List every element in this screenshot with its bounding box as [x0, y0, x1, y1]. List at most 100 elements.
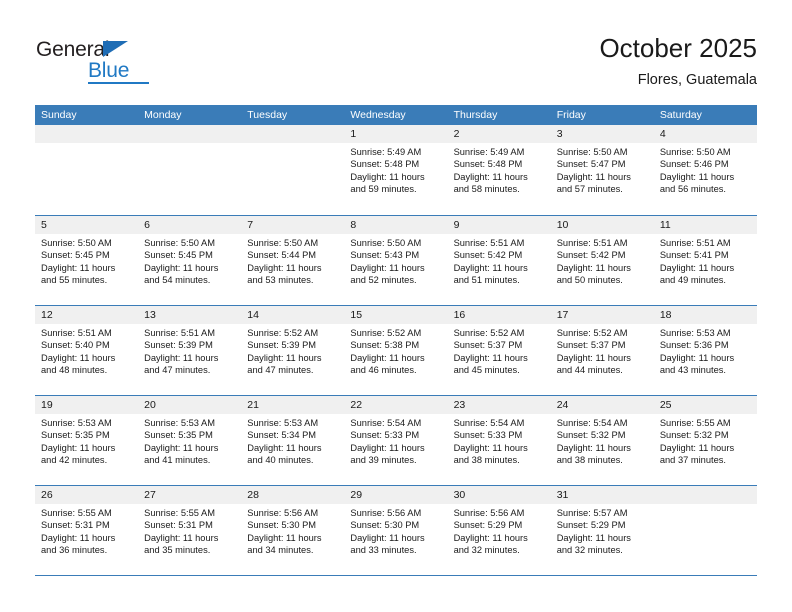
- calendar-day-cell[interactable]: 5 Sunrise: 5:50 AM Sunset: 5:45 PM Daylight…: [35, 216, 139, 305]
- calendar-day-cell[interactable]: 1 Sunrise: 5:49 AM Sunset: 5:48 PM Daylight…: [344, 125, 448, 215]
- calendar-day-cell[interactable]: 21 Sunrise: 5:53 AM Sunset: 5:34 PM Dayligh…: [241, 396, 345, 485]
- day-header-monday: Monday: [144, 109, 182, 121]
- daylight-text: Daylight: 11 hours and 46 minutes.: [350, 352, 425, 375]
- sunset-text: Sunset: 5:33 PM: [350, 430, 420, 441]
- sunset-text: Sunset: 5:39 PM: [247, 340, 317, 351]
- day-number: 8: [344, 216, 448, 234]
- calendar-day-cell[interactable]: 22 Sunrise: 5:54 AM Sunset: 5:33 PM Dayligh…: [344, 396, 448, 485]
- sunrise-text: Sunrise: 5:50 AM: [247, 238, 319, 248]
- sunset-text: Sunset: 5:29 PM: [556, 520, 626, 531]
- day-number: 3: [550, 125, 654, 143]
- calendar-day-cell[interactable]: 15 Sunrise: 5:52 AM Sunset: 5:38 PM Dayligh…: [344, 306, 448, 395]
- calendar-day-cell[interactable]: 8 Sunrise: 5:50 AM Sunset: 5:43 PM Daylight…: [344, 216, 448, 305]
- calendar-day-cell[interactable]: 2 Sunrise: 5:49 AM Sunset: 5:48 PM Daylight…: [447, 125, 551, 215]
- sunrise-text: Sunrise: 5:55 AM: [41, 508, 112, 518]
- sunset-text: Sunset: 5:38 PM: [350, 340, 420, 351]
- day-number: 18: [653, 306, 757, 324]
- calendar-day-cell[interactable]: 16 Sunrise: 5:52 AM Sunset: 5:37 PM Dayligh…: [447, 306, 551, 395]
- day-details: Sunrise: 5:55 AM Sunset: 5:31 PM Daylight:…: [138, 504, 241, 556]
- calendar-day-cell[interactable]: 26 Sunrise: 5:55 AM Sunset: 5:31 PM Dayligh…: [35, 486, 139, 575]
- calendar-day-cell[interactable]: 7 Sunrise: 5:50 AM Sunset: 5:44 PM Daylight…: [241, 216, 345, 305]
- daylight-text: Daylight: 11 hours and 41 minutes.: [144, 442, 219, 465]
- sunrise-text: Sunrise: 5:51 AM: [659, 238, 731, 248]
- sunrise-text: Sunrise: 5:56 AM: [350, 508, 422, 518]
- calendar-day-cell[interactable]: 4 Sunrise: 5:50 AM Sunset: 5:46 PM Daylight…: [653, 125, 757, 215]
- calendar-day-cell[interactable]: 31 Sunrise: 5:57 AM Sunset: 5:29 PM Dayligh…: [550, 486, 654, 575]
- daylight-text: Daylight: 11 hours and 56 minutes.: [659, 171, 735, 194]
- sunrise-text: Sunrise: 5:54 AM: [453, 418, 525, 428]
- daylight-text: Daylight: 11 hours and 40 minutes.: [247, 442, 322, 465]
- day-details: Sunrise: 5:52 AM Sunset: 5:39 PM Daylight:…: [241, 324, 344, 376]
- daylight-text: Daylight: 11 hours and 59 minutes.: [350, 171, 425, 194]
- page-title: October 2025: [599, 33, 757, 63]
- daylight-text: Daylight: 11 hours and 52 minutes.: [350, 262, 425, 285]
- calendar-day-cell[interactable]: 19 Sunrise: 5:53 AM Sunset: 5:35 PM Dayligh…: [35, 396, 139, 485]
- calendar-day-cell[interactable]: 20 Sunrise: 5:53 AM Sunset: 5:35 PM Dayligh…: [138, 396, 242, 485]
- day-details: Sunrise: 5:51 AM Sunset: 5:42 PM Daylight:…: [448, 234, 551, 286]
- sunset-text: Sunset: 5:35 PM: [41, 430, 110, 441]
- day-details: Sunrise: 5:52 AM Sunset: 5:37 PM Daylight:…: [551, 324, 654, 376]
- day-details: Sunrise: 5:51 AM Sunset: 5:39 PM Daylight:…: [138, 324, 241, 376]
- calendar-day-cell[interactable]: 18 Sunrise: 5:53 AM Sunset: 5:36 PM Dayligh…: [653, 306, 757, 395]
- calendar-day-cell[interactable]: 13 Sunrise: 5:51 AM Sunset: 5:39 PM Dayligh…: [138, 306, 242, 395]
- sunrise-text: Sunrise: 5:51 AM: [453, 238, 525, 248]
- calendar-day-cell[interactable]: 28 Sunrise: 5:56 AM Sunset: 5:30 PM Dayligh…: [241, 486, 345, 575]
- calendar-day-cell-empty: [653, 486, 757, 575]
- calendar-day-cell[interactable]: 23 Sunrise: 5:54 AM Sunset: 5:33 PM Dayligh…: [447, 396, 551, 485]
- day-number: 23: [447, 396, 551, 414]
- calendar-day-cell[interactable]: 30 Sunrise: 5:56 AM Sunset: 5:29 PM Dayligh…: [447, 486, 551, 575]
- sunrise-text: Sunrise: 5:51 AM: [556, 238, 628, 248]
- calendar-day-cell[interactable]: 6 Sunrise: 5:50 AM Sunset: 5:45 PM Daylight…: [138, 216, 242, 305]
- sunrise-text: Sunrise: 5:55 AM: [659, 418, 731, 428]
- sunset-text: Sunset: 5:36 PM: [659, 340, 729, 351]
- sunrise-text: Sunrise: 5:54 AM: [350, 418, 422, 428]
- sunset-text: Sunset: 5:32 PM: [659, 430, 729, 441]
- general-blue-logo[interactable]: General Blue: [36, 38, 166, 86]
- logo-triangle-icon: [103, 41, 128, 57]
- sunset-text: Sunset: 5:33 PM: [453, 430, 523, 441]
- calendar-day-cell[interactable]: 10 Sunrise: 5:51 AM Sunset: 5:42 PM Dayligh…: [550, 216, 654, 305]
- calendar-day-cell[interactable]: 17 Sunrise: 5:52 AM Sunset: 5:37 PM Dayligh…: [550, 306, 654, 395]
- sunrise-text: Sunrise: 5:53 AM: [41, 418, 112, 428]
- daylight-text: Daylight: 11 hours and 58 minutes.: [453, 171, 528, 194]
- sunrise-text: Sunrise: 5:53 AM: [144, 418, 215, 428]
- sunset-text: Sunset: 5:31 PM: [144, 520, 213, 531]
- sunrise-text: Sunrise: 5:50 AM: [659, 147, 731, 157]
- sunset-text: Sunset: 5:37 PM: [556, 340, 626, 351]
- daylight-text: Daylight: 11 hours and 44 minutes.: [556, 352, 631, 375]
- day-number: 17: [550, 306, 654, 324]
- daylight-text: Daylight: 11 hours and 36 minutes.: [41, 532, 116, 555]
- day-number: 16: [447, 306, 551, 324]
- day-number: 11: [653, 216, 757, 234]
- daylight-text: Daylight: 11 hours and 38 minutes.: [556, 442, 631, 465]
- sunrise-text: Sunrise: 5:50 AM: [144, 238, 215, 248]
- sunrise-text: Sunrise: 5:55 AM: [144, 508, 215, 518]
- calendar-day-cell[interactable]: 3 Sunrise: 5:50 AM Sunset: 5:47 PM Daylight…: [550, 125, 654, 215]
- day-header-saturday: Saturday: [659, 109, 702, 121]
- sunrise-text: Sunrise: 5:53 AM: [247, 418, 319, 428]
- calendar-day-cell[interactable]: 29 Sunrise: 5:56 AM Sunset: 5:30 PM Dayligh…: [344, 486, 448, 575]
- calendar-day-cell[interactable]: 24 Sunrise: 5:54 AM Sunset: 5:32 PM Dayligh…: [550, 396, 654, 485]
- calendar-day-cell[interactable]: 14 Sunrise: 5:52 AM Sunset: 5:39 PM Dayligh…: [241, 306, 345, 395]
- daylight-text: Daylight: 11 hours and 53 minutes.: [247, 262, 322, 285]
- day-number: 22: [344, 396, 448, 414]
- day-details: Sunrise: 5:53 AM Sunset: 5:35 PM Daylight:…: [35, 414, 138, 466]
- day-number: 26: [35, 486, 139, 504]
- calendar-day-cell[interactable]: 27 Sunrise: 5:55 AM Sunset: 5:31 PM Dayligh…: [138, 486, 242, 575]
- calendar-day-cell[interactable]: 9 Sunrise: 5:51 AM Sunset: 5:42 PM Daylight…: [447, 216, 551, 305]
- calendar-day-cell[interactable]: 12 Sunrise: 5:51 AM Sunset: 5:40 PM Dayligh…: [35, 306, 139, 395]
- day-header-friday: Friday: [556, 109, 586, 121]
- calendar-grid: Sunday Monday Tuesday Wednesday Thursday…: [35, 105, 757, 576]
- logo-underline: [88, 82, 149, 84]
- day-number: 7: [241, 216, 345, 234]
- calendar-day-cell[interactable]: 25 Sunrise: 5:55 AM Sunset: 5:32 PM Dayligh…: [653, 396, 757, 485]
- calendar-week-row: 12 Sunrise: 5:51 AM Sunset: 5:40 PM Dayligh…: [35, 305, 757, 395]
- day-details: Sunrise: 5:50 AM Sunset: 5:45 PM Daylight:…: [35, 234, 138, 286]
- sunrise-text: Sunrise: 5:51 AM: [41, 328, 112, 338]
- logo-text-blue: Blue: [88, 59, 130, 82]
- calendar-day-cell[interactable]: 11 Sunrise: 5:51 AM Sunset: 5:41 PM Dayligh…: [653, 216, 757, 305]
- day-details: Sunrise: 5:50 AM Sunset: 5:46 PM Daylight:…: [654, 143, 757, 195]
- day-number: 24: [550, 396, 654, 414]
- day-number: 19: [35, 396, 139, 414]
- daylight-text: Daylight: 11 hours and 54 minutes.: [144, 262, 219, 285]
